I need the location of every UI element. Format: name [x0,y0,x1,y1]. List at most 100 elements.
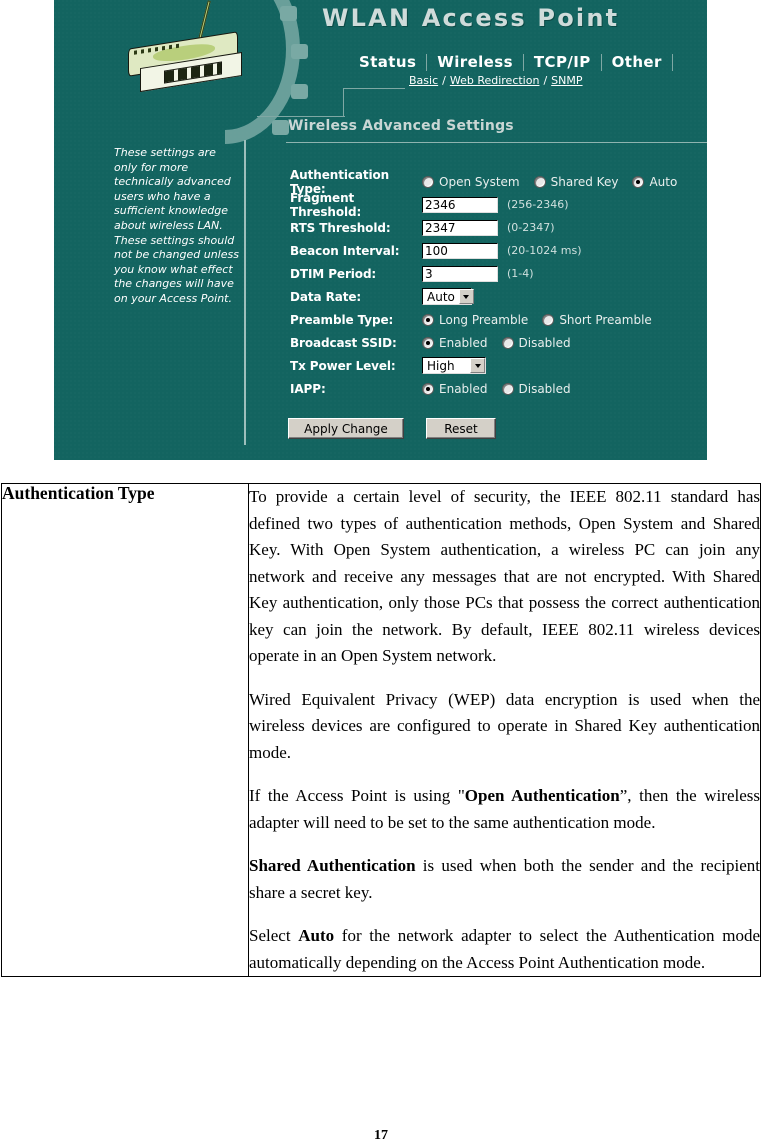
radio-open-system[interactable]: Open System [422,175,520,189]
gear-tooth-icon [280,6,297,21]
radio-iapp-disabled-label: Disabled [518,381,571,396]
label-fragment-threshold: Fragment Threshold: [290,190,362,219]
beacon-interval-input[interactable] [422,242,498,259]
field-row-tx-power-level: Tx Power Level: High [290,354,707,377]
sub-navigation[interactable]: Basic / Web Redirection / SNMP [409,74,583,87]
label-dtim-period: DTIM Period: [290,266,377,281]
description-paragraph: Shared Authentication is used when both … [249,853,760,906]
radio-auto[interactable]: Auto [632,175,677,189]
radio-open-system-indicator[interactable] [422,175,434,188]
fragment-threshold-hint: (256-2346) [507,198,569,211]
field-row-data-rate: Data Rate: Auto [290,285,707,308]
rts-threshold-input[interactable] [422,219,498,236]
beacon-interval-hint: (20-1024 ms) [507,244,582,257]
main-navigation[interactable]: Status Wireless TCP/IP Other [349,54,673,71]
label-rts-threshold: RTS Threshold: [290,220,391,235]
advanced-settings-note: These settings are only for more technic… [114,146,239,305]
field-row-beacon-interval: Beacon Interval: (20-1024 ms) [290,239,707,262]
term-label: Authentication Type [2,483,155,503]
label-preamble-type: Preamble Type: [290,312,394,327]
radio-open-system-label: Open System [439,174,520,189]
radio-long-preamble-label: Long Preamble [439,312,529,327]
radio-iapp-enabled-label: Enabled [439,381,488,396]
field-row-fragment-threshold: Fragment Threshold: (256-2346) [290,190,707,219]
radio-shared-key-indicator[interactable] [533,175,546,188]
field-row-dtim-period: DTIM Period: (1-4) [290,262,707,285]
apply-change-button[interactable]: Apply Change [288,418,404,439]
panel-divider [244,140,246,445]
subnav-separator: / [442,74,446,87]
broadcast-ssid-radio-group[interactable]: Enabled Disabled [422,336,585,350]
radio-long-preamble-indicator[interactable] [422,313,434,326]
gear-tooth-icon [272,120,289,135]
page-number: 17 [374,1128,388,1143]
fragment-threshold-input[interactable] [422,196,498,213]
field-row-preamble-type: Preamble Type: Long Preamble Short Pream… [290,308,707,331]
description-body: To provide a certain level of security, … [249,484,760,976]
tx-power-level-value: High [427,358,455,373]
subnav-separator: / [543,74,548,87]
description-cell: To provide a certain level of security, … [248,483,761,977]
rts-threshold-hint: (0-2347) [507,221,555,234]
tab-tcpip[interactable]: TCP/IP [524,54,602,71]
field-row-iapp: IAPP: Enabled Disabled [290,377,707,400]
dtim-period-hint: (1-4) [507,267,534,280]
radio-shared-key[interactable]: Shared Key [533,175,618,189]
description-paragraph: Select Auto for the network adapter to s… [249,923,760,976]
data-rate-value: Auto [427,289,455,304]
description-paragraph: To provide a certain level of security, … [249,484,760,670]
radio-broadcast-ssid-enabled-indicator[interactable] [422,336,434,349]
radio-broadcast-ssid-disabled-indicator[interactable] [501,336,514,349]
connector-line [343,88,345,117]
chevron-down-icon[interactable] [458,289,474,304]
section-divider [286,142,707,143]
description-paragraph: Wired Equivalent Privacy (WEP) data encr… [249,687,760,767]
radio-auto-indicator[interactable] [632,175,645,188]
tab-wireless[interactable]: Wireless [427,54,524,71]
definition-table: Authentication Type To provide a certain… [1,483,761,977]
radio-long-preamble[interactable]: Long Preamble [422,313,528,327]
preamble-type-radio-group[interactable]: Long Preamble Short Preamble [422,313,666,327]
subtab-snmp[interactable]: SNMP [551,74,582,87]
form-actions: Apply Change Reset [288,418,496,439]
radio-iapp-disabled-indicator[interactable] [501,382,514,395]
label-data-rate: Data Rate: [290,289,362,304]
router-device-illustration [124,0,254,93]
body-text: If the Access Point is using " [249,786,465,805]
tab-other[interactable]: Other [602,54,673,71]
emphasis-text: Shared Authentication [249,856,416,875]
wlan-access-point-screenshot: WLAN Access Point Status Wireless TCP/IP… [54,0,707,460]
radio-iapp-enabled[interactable]: Enabled [422,382,488,396]
data-rate-select[interactable]: Auto [422,288,474,305]
radio-auto-label: Auto [649,174,678,189]
subtab-web-redirection[interactable]: Web Redirection [450,74,540,87]
gear-tooth-icon [291,84,308,99]
radio-broadcast-ssid-enabled[interactable]: Enabled [422,336,488,350]
table-row: Authentication Type To provide a certain… [1,483,761,977]
radio-iapp-disabled[interactable]: Disabled [501,381,571,396]
gear-tooth-icon [291,44,308,59]
body-text: To provide a certain level of security, … [249,487,760,665]
emphasis-text: Open Authentication [464,786,620,805]
body-text: Select [249,926,299,945]
radio-iapp-enabled-indicator[interactable] [422,382,434,395]
field-row-broadcast-ssid: Broadcast SSID: Enabled Disabled [290,331,707,354]
dtim-period-input[interactable] [422,265,498,282]
tx-power-level-select[interactable]: High [422,357,486,374]
chevron-down-icon[interactable] [470,358,485,373]
iapp-radio-group[interactable]: Enabled Disabled [422,382,585,396]
section-title: Wireless Advanced Settings [288,118,514,134]
tab-status[interactable]: Status [349,54,428,71]
subtab-basic[interactable]: Basic [409,74,438,87]
label-beacon-interval: Beacon Interval: [290,243,400,258]
radio-broadcast-ssid-disabled[interactable]: Disabled [501,335,571,350]
authentication-type-radio-group[interactable]: Open System Shared Key Auto [422,175,691,189]
page-title: WLAN Access Point [322,4,620,32]
radio-short-preamble[interactable]: Short Preamble [542,313,652,327]
radio-short-preamble-indicator[interactable] [542,313,555,326]
reset-button[interactable]: Reset [426,418,496,439]
label-tx-power-level: Tx Power Level: [290,358,396,373]
description-paragraph: If the Access Point is using "Open Authe… [249,783,760,836]
field-row-rts-threshold: RTS Threshold: (0-2347) [290,216,707,239]
radio-broadcast-ssid-disabled-label: Disabled [518,335,571,350]
